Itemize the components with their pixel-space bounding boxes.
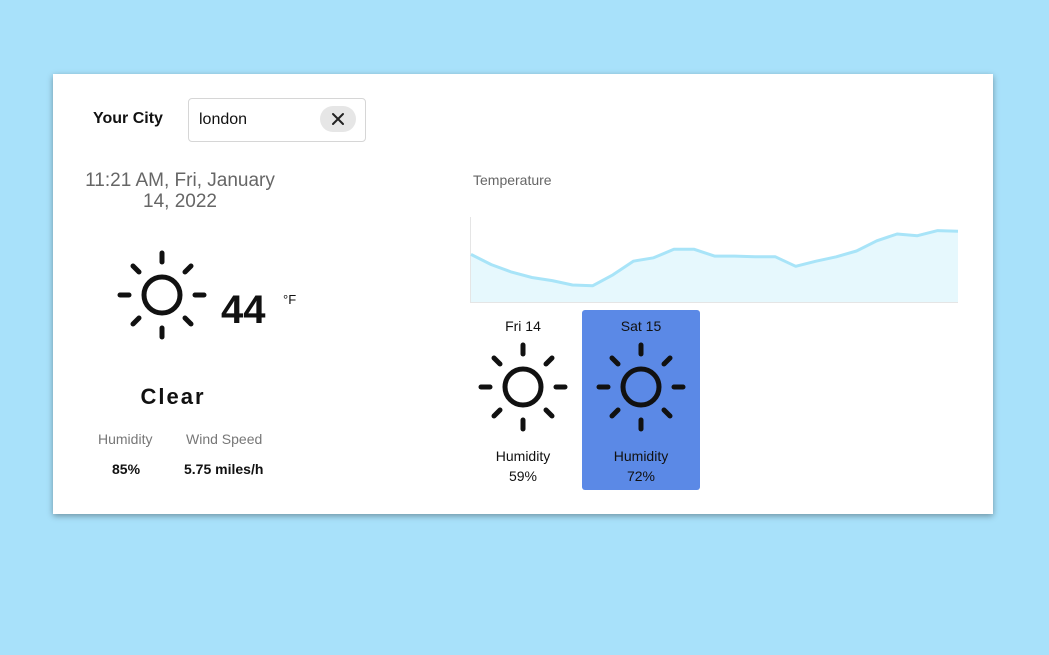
forecast-day: Fri 14 (505, 318, 541, 334)
forecast-humidity-value: 72% (626, 468, 656, 484)
sun-icon (478, 342, 568, 437)
wind-speed-value: 5.75 miles/h (184, 461, 264, 477)
forecast-humidity-label: Humidity (613, 448, 669, 464)
sun-icon (117, 250, 207, 345)
current-temperature: 44 (221, 288, 266, 332)
forecast-card-sat[interactable]: Sat 15 Humidity 72% (582, 310, 700, 490)
temperature-chart (470, 217, 959, 303)
wind-speed-label: Wind Speed (186, 431, 263, 447)
current-datetime: 11:21 AM, Fri, January 14, 2022 (85, 170, 275, 212)
close-icon (332, 113, 344, 125)
forecast-card-fri[interactable]: Fri 14 Humidity 59% (464, 310, 582, 490)
forecast-humidity-value: 59% (508, 468, 538, 484)
sun-icon (596, 342, 686, 437)
weather-card: Your City 11:21 AM, Fri, January 14, 202… (53, 74, 993, 514)
chart-title: Temperature (473, 172, 552, 188)
humidity-value: 85% (112, 461, 141, 477)
weather-condition: Clear (140, 384, 206, 409)
city-search-box[interactable] (188, 98, 366, 142)
temperature-unit: °F (283, 292, 297, 307)
temperature-area (471, 230, 958, 302)
city-label: Your City (93, 110, 163, 127)
city-search-input[interactable] (199, 109, 319, 131)
humidity-label: Humidity (98, 431, 153, 447)
forecast-humidity-label: Humidity (495, 448, 551, 464)
forecast-day: Sat 15 (620, 318, 662, 334)
clear-search-button[interactable] (320, 106, 356, 132)
